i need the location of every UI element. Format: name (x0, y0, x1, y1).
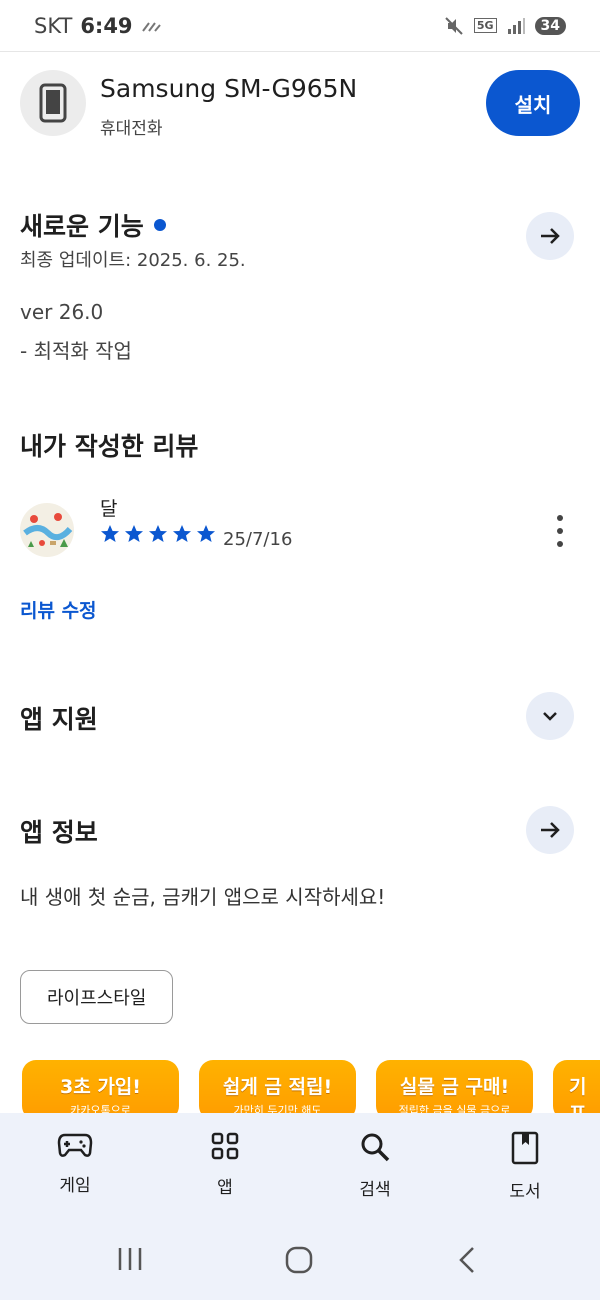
apps-grid-icon (211, 1132, 239, 1160)
app-info-title: 앱 정보 (20, 818, 98, 847)
signal-wave-icon (141, 21, 161, 32)
carrier-label: SKT (34, 13, 73, 38)
app-support-expand-button[interactable] (526, 692, 574, 740)
kebab-dot (557, 541, 563, 547)
device-row: Samsung SM-G965N 휴대전화 설치 (20, 70, 580, 139)
app-info-arrow-button[interactable] (526, 806, 574, 854)
screenshot-banner[interactable]: 기프 소중 (553, 1060, 600, 1120)
nav-label-search: 검색 (359, 1180, 391, 1200)
arrow-right-icon (541, 228, 560, 244)
network-5g-icon: 5G (473, 18, 497, 33)
search-icon (361, 1133, 390, 1162)
battery-indicator: 34 (534, 16, 566, 35)
device-type: 휴대전화 (100, 119, 163, 139)
whats-new-title: 새로운 기능 (20, 207, 166, 243)
update-note: - 최적화 작업 (20, 339, 132, 363)
reviewer-name: 달 (100, 498, 118, 520)
mute-icon (445, 16, 463, 35)
edit-review-link[interactable]: 리뷰 수정 (20, 596, 97, 623)
nav-label-games: 게임 (59, 1176, 91, 1196)
nav-label-apps: 앱 (217, 1178, 233, 1198)
signal-strength-icon (507, 17, 525, 34)
category-chip[interactable]: 라이프스타일 (20, 970, 174, 1024)
screenshot-banner[interactable]: 3초 가입! 카카오톡으로 (22, 1060, 179, 1120)
phone-icon (39, 83, 67, 123)
star-icon (149, 525, 167, 542)
banner-title: 기프 (569, 1076, 587, 1120)
map-avatar-icon (23, 513, 73, 547)
clock: 6:49 (80, 13, 133, 38)
chevron-down-icon (543, 712, 557, 721)
screenshot-banner[interactable]: 쉽게 금 적립! 가만히 두기만 해도 (199, 1060, 356, 1120)
app-support-title: 앱 지원 (20, 705, 98, 734)
nav-item-books[interactable]: 도서 (450, 1113, 600, 1223)
review-more-button[interactable] (550, 515, 570, 547)
recent-apps-icon[interactable] (116, 1245, 144, 1273)
whats-new-title-text: 새로운 기능 (20, 212, 144, 241)
arrow-right-icon (541, 822, 560, 838)
review-stars (100, 524, 216, 544)
status-right: 5G 34 (444, 16, 566, 36)
back-icon[interactable] (454, 1245, 480, 1275)
bottom-navigation: 게임 앱 검색 도서 (0, 1113, 600, 1223)
nav-item-search[interactable]: 검색 (300, 1113, 450, 1223)
nav-label-books: 도서 (509, 1182, 541, 1202)
device-name: Samsung SM-G965N (100, 74, 358, 103)
star-icon (197, 525, 215, 542)
new-indicator-dot (153, 219, 166, 231)
system-navigation-bar (0, 1223, 600, 1300)
book-icon (511, 1131, 539, 1165)
gamepad-icon (57, 1133, 93, 1157)
kebab-dot (557, 515, 563, 521)
app-description: 내 생애 첫 순금, 금캐기 앱으로 시작하세요! (20, 885, 386, 909)
star-icon (101, 525, 119, 542)
kebab-dot (557, 528, 563, 534)
home-icon[interactable] (284, 1245, 314, 1275)
device-avatar (20, 70, 86, 136)
last-update: 최종 업데이트: 2025. 6. 25. (20, 250, 246, 271)
banner-title: 쉽게 금 적립! (222, 1076, 333, 1098)
status-left: SKT 6:49 (34, 14, 161, 38)
banner-title: 3초 가입! (60, 1076, 141, 1098)
star-icon (125, 525, 143, 542)
version-text: ver 26.0 (20, 300, 104, 324)
star-icon (173, 525, 191, 542)
banner-title: 실물 금 구매! (399, 1076, 510, 1098)
review-date: 25/7/16 (223, 529, 293, 550)
screenshot-banner[interactable]: 실물 금 구매! 적립한 금을 실물 금으로 (376, 1060, 533, 1120)
install-button[interactable]: 설치 (486, 70, 580, 136)
my-review-title: 내가 작성한 리뷰 (20, 432, 199, 461)
nav-item-games[interactable]: 게임 (0, 1113, 150, 1223)
status-bar: SKT 6:49 5G 34 (0, 0, 600, 52)
nav-item-apps[interactable]: 앱 (150, 1113, 300, 1223)
reviewer-avatar (20, 503, 74, 557)
whats-new-arrow-button[interactable] (526, 212, 574, 260)
